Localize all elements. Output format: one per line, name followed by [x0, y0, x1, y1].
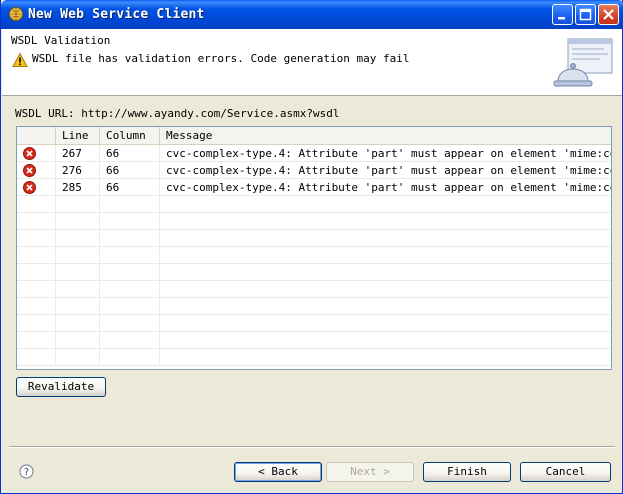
dialog-window: New Web Service Client WSDL Validation W… — [0, 0, 623, 494]
title-bar[interactable]: New Web Service Client — [1, 0, 623, 29]
empty-table-row — [17, 196, 611, 213]
message-cell: cvc-complex-type.4: Attribute 'part' mus… — [166, 181, 611, 194]
severity-cell — [17, 162, 56, 179]
wsdl-url-line: WSDL URL: http://www.ayandy.com/Service.… — [15, 107, 340, 120]
finish-button[interactable]: Finish — [423, 462, 511, 482]
revalidate-button[interactable]: Revalidate — [16, 377, 106, 397]
column-cell: 66 — [100, 162, 160, 179]
minimize-icon — [558, 17, 565, 20]
warning-icon — [12, 52, 28, 67]
table-header: Line Column Message — [17, 127, 611, 145]
column-header-line[interactable]: Line — [56, 127, 100, 145]
error-icon — [23, 147, 36, 160]
table-row[interactable]: 285 66 cvc-complex-type.4: Attribute 'pa… — [17, 179, 611, 196]
next-button[interactable]: Next > — [326, 462, 414, 482]
maximize-icon — [579, 8, 592, 21]
cancel-button[interactable]: Cancel — [520, 462, 611, 482]
minimize-button[interactable] — [552, 4, 573, 25]
help-icon[interactable]: ? — [19, 464, 34, 479]
empty-table-row — [17, 213, 611, 230]
message-cell: cvc-complex-type.4: Attribute 'part' mus… — [166, 164, 611, 177]
window-title: New Web Service Client — [28, 7, 205, 22]
message-cell: cvc-complex-type.4: Attribute 'part' mus… — [166, 147, 611, 160]
severity-cell — [17, 145, 56, 162]
wsdl-url-label: WSDL URL: — [15, 107, 75, 120]
column-cell: 66 — [100, 179, 160, 196]
empty-table-row — [17, 247, 611, 264]
column-header-column[interactable]: Column — [100, 127, 160, 145]
column-cell: 66 — [100, 145, 160, 162]
line-cell: 267 — [56, 145, 100, 162]
empty-table-row — [17, 315, 611, 332]
error-icon — [23, 164, 36, 177]
button-bar-separator — [9, 446, 615, 448]
table-row[interactable]: 276 66 cvc-complex-type.4: Attribute 'pa… — [17, 162, 611, 179]
back-button[interactable]: < Back — [234, 462, 322, 482]
empty-table-row — [17, 230, 611, 247]
column-header-severity[interactable] — [17, 127, 56, 145]
table-row[interactable]: 267 66 cvc-complex-type.4: Attribute 'pa… — [17, 145, 611, 162]
column-header-message[interactable]: Message — [160, 127, 611, 145]
empty-table-row — [17, 332, 611, 349]
empty-table-row — [17, 349, 611, 366]
line-cell: 285 — [56, 179, 100, 196]
validation-errors-table[interactable]: Line Column Message 267 66 cvc-complex-t… — [16, 126, 612, 370]
svg-text:?: ? — [24, 467, 29, 478]
empty-table-row — [17, 298, 611, 315]
empty-table-row — [17, 264, 611, 281]
empty-table-row — [17, 281, 611, 298]
maximize-button[interactable] — [575, 4, 596, 25]
web-service-wizard-icon — [553, 38, 613, 87]
error-icon — [23, 181, 36, 194]
wsdl-url-value: http://www.ayandy.com/Service.asmx?wsdl — [81, 107, 340, 120]
line-cell: 276 — [56, 162, 100, 179]
web-service-icon — [9, 7, 23, 21]
close-button[interactable] — [598, 4, 619, 25]
validation-message: WSDL file has validation errors. Code ge… — [32, 52, 410, 65]
wizard-header: WSDL Validation WSDL file has validation… — [2, 29, 622, 96]
severity-cell — [17, 179, 56, 196]
close-icon — [603, 9, 614, 20]
page-title: WSDL Validation — [11, 34, 111, 47]
